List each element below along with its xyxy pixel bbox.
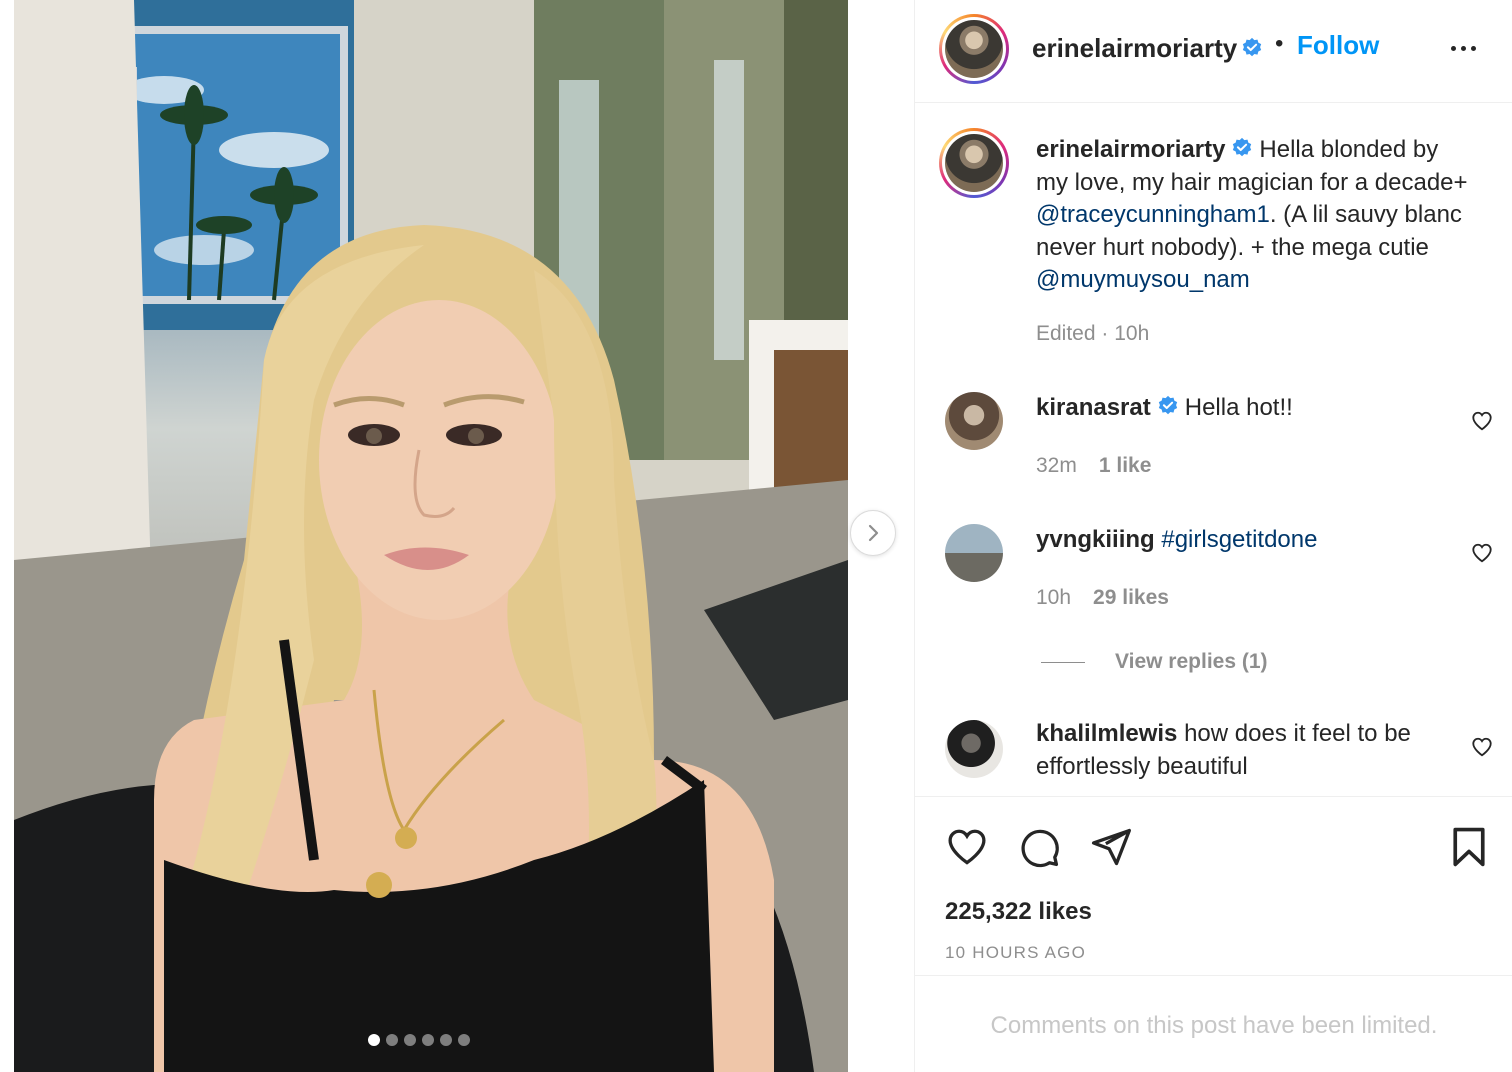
post-photo[interactable]	[14, 0, 848, 1072]
comment-meta: 32m 1 like	[1036, 454, 1151, 478]
commenter-avatar[interactable]	[945, 720, 1003, 778]
photo-illustration	[14, 0, 848, 1072]
replies-divider-line	[1041, 661, 1085, 663]
header-separator: •	[1275, 30, 1284, 57]
commenter-avatar[interactable]	[945, 392, 1003, 450]
caption-timestamp: Edited · 10h	[1036, 322, 1150, 345]
comment-text: khalilmlewis how does it feel to be effo…	[1036, 718, 1456, 783]
post-actions: 225,322 likes 10 HOURS AGO	[915, 796, 1512, 976]
comment-icon[interactable]	[1017, 825, 1061, 869]
caption-username[interactable]: erinelairmoriarty	[1036, 136, 1225, 163]
heart-icon[interactable]	[1471, 542, 1493, 564]
follow-button[interactable]: Follow	[1297, 30, 1379, 61]
verified-badge-icon	[1158, 395, 1177, 415]
post-caption: erinelairmoriarty Hella blonded by my lov…	[1036, 134, 1476, 297]
more-options-icon[interactable]	[1451, 36, 1487, 60]
carousel-dot	[440, 1034, 452, 1046]
heart-icon[interactable]	[945, 825, 989, 869]
post-sidebar: erinelairmoriarty • Follow erinelairmori…	[914, 0, 1512, 1072]
carousel-dot	[422, 1034, 434, 1046]
comments-limited-notice: Comments on this post have been limited.	[990, 1012, 1438, 1039]
carousel-dot	[458, 1034, 470, 1046]
author-username[interactable]: erinelairmoriarty	[1032, 33, 1237, 64]
share-icon[interactable]	[1089, 825, 1133, 869]
likes-count[interactable]: 225,322 likes	[945, 898, 1092, 926]
caption-avatar[interactable]	[939, 128, 1009, 198]
comment-time: 10h	[1036, 586, 1072, 609]
view-replies-label: View replies (1)	[1115, 650, 1268, 673]
comment-hashtag-link[interactable]: #girlsgetitdone	[1161, 526, 1317, 553]
carousel-dot	[386, 1034, 398, 1046]
comment-body: Hella hot!!	[1184, 394, 1293, 421]
verified-badge-icon	[1242, 37, 1262, 57]
comments-list[interactable]: erinelairmoriarty Hella blonded by my lov…	[915, 104, 1512, 796]
comment-username[interactable]: khalilmlewis	[1036, 720, 1177, 747]
comment-likes[interactable]: 1 like	[1099, 454, 1152, 478]
caption-mention-link[interactable]: @traceycunningham1	[1036, 201, 1270, 228]
post-header: erinelairmoriarty • Follow	[915, 0, 1512, 103]
comment-likes[interactable]: 29 likes	[1093, 586, 1169, 610]
author-avatar[interactable]	[939, 14, 1009, 84]
comment-time: 32m	[1036, 454, 1077, 477]
comment-text: yvngkiiing #girlsgetitdone	[1036, 524, 1456, 557]
carousel-dot	[368, 1034, 380, 1046]
comment-text: kiranasrat Hella hot!!	[1036, 392, 1456, 425]
chevron-right-icon	[868, 524, 879, 542]
next-photo-button[interactable]	[850, 510, 896, 556]
verified-badge-icon	[1233, 137, 1252, 157]
carousel-dot	[404, 1034, 416, 1046]
post-media	[0, 0, 914, 1072]
bookmark-icon[interactable]	[1447, 825, 1491, 869]
comment-meta: 10h 29 likes	[1036, 586, 1169, 610]
heart-icon[interactable]	[1471, 736, 1493, 758]
caption-mention-link[interactable]: @muymuysou_nam	[1036, 266, 1250, 293]
comment-username[interactable]: kiranasrat	[1036, 394, 1151, 421]
commenter-avatar[interactable]	[945, 524, 1003, 582]
view-replies-button[interactable]: View replies (1)	[1041, 650, 1268, 674]
carousel-indicator	[368, 1034, 470, 1046]
comment-username[interactable]: yvngkiiing	[1036, 526, 1155, 553]
heart-icon[interactable]	[1471, 410, 1493, 432]
post-timestamp: 10 HOURS AGO	[945, 943, 1086, 962]
